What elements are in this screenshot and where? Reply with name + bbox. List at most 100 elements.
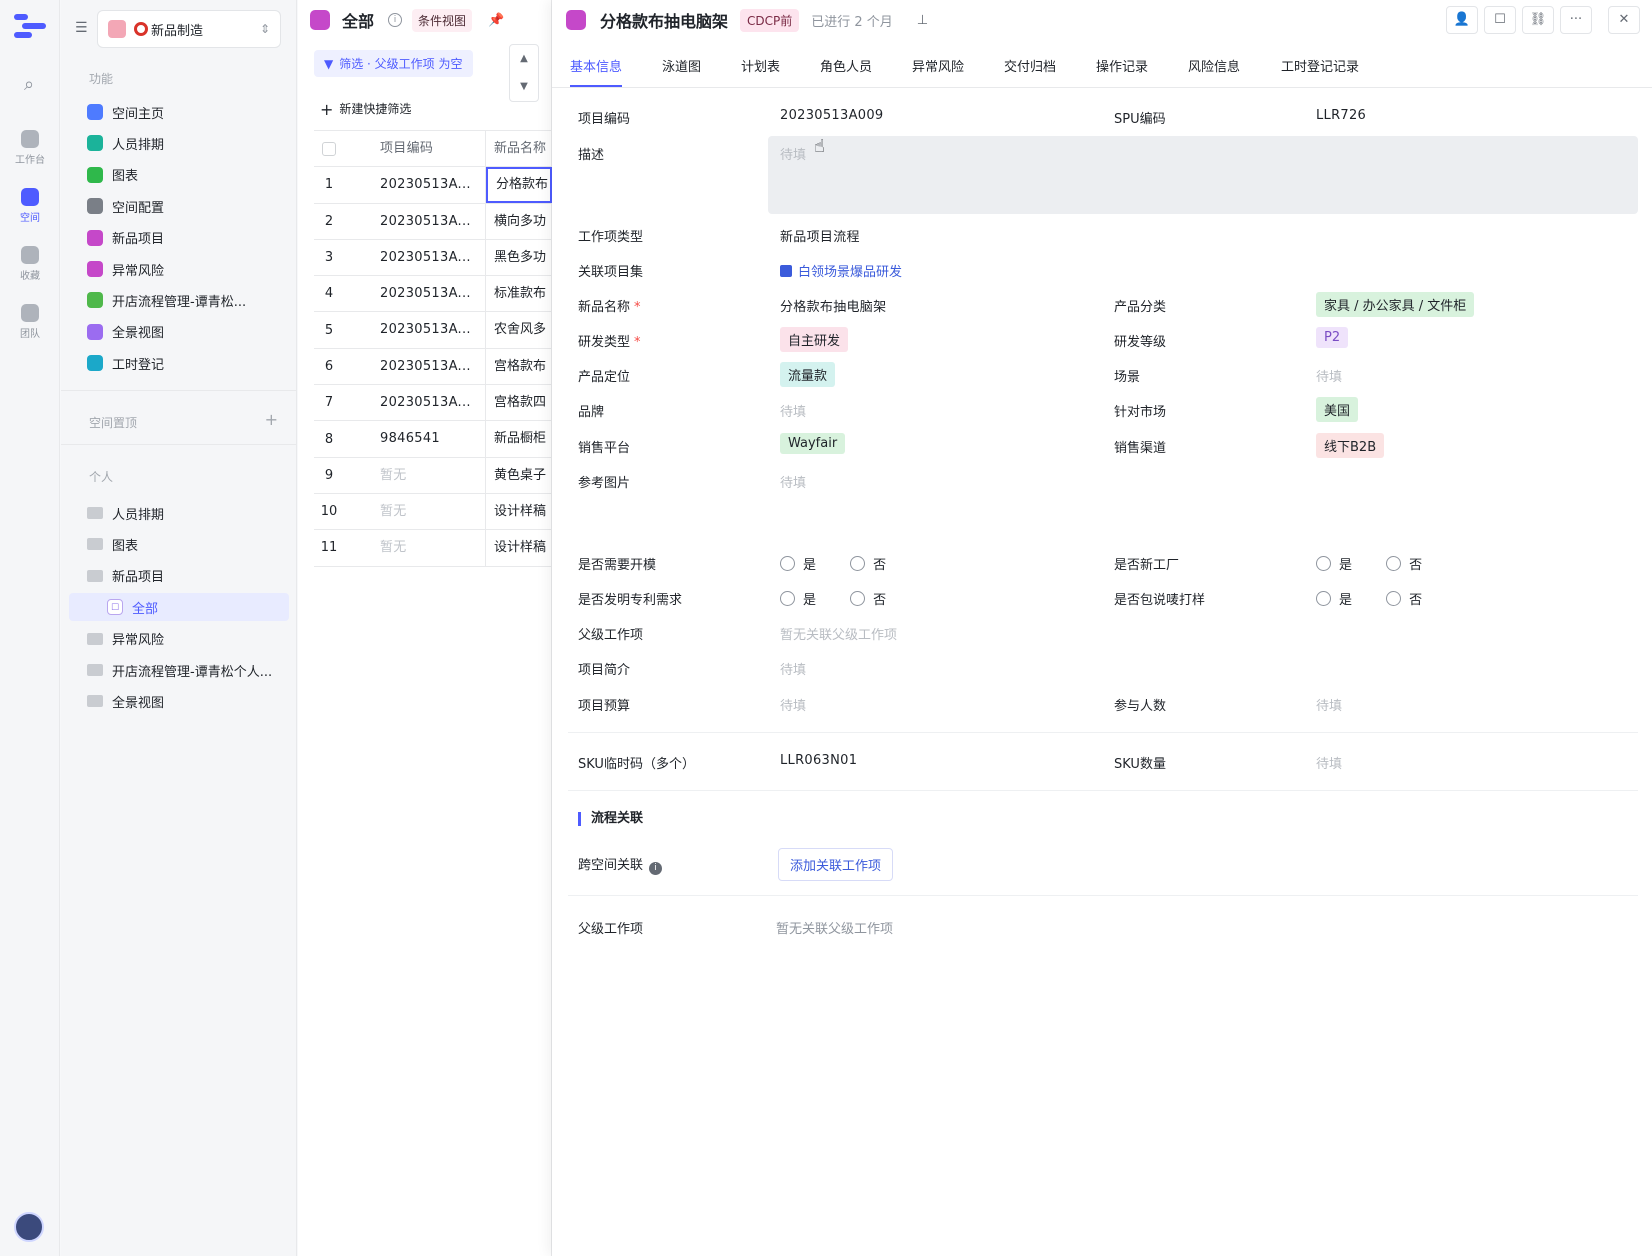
radio-patent-yes[interactable]: 是 [780,589,816,608]
value-spu[interactable]: LLR726 [1316,108,1366,123]
value-sku-temp[interactable]: LLR063N01 [780,753,857,768]
value-people[interactable]: 待填 [1316,695,1342,714]
avatar[interactable] [14,1212,44,1242]
add-linked-item-button[interactable]: 添加关联工作项 [778,848,894,881]
cell-name[interactable]: 黄色桌子 [486,458,552,493]
tab-8[interactable]: 工时登记记录 [1281,56,1359,75]
cell-code[interactable]: 20230513A... [344,167,486,203]
cell-name[interactable]: 横向多功 [486,204,552,239]
table-row[interactable]: 4 20230513A... 标准款布 [314,276,552,313]
tab-6[interactable]: 操作记录 [1096,56,1148,75]
bookmark-icon[interactable]: ☐ [1484,6,1516,34]
tab-3[interactable]: 角色人员 [820,56,872,75]
tab-2[interactable]: 计划表 [741,56,780,75]
cell-name[interactable]: 宫格款布 [486,349,552,384]
value-project-code[interactable]: 20230513A009 [780,108,883,123]
value-sku-count[interactable]: 待填 [1316,753,1342,772]
search-icon[interactable]: ⌕ [18,74,40,96]
radio-sample-yes[interactable]: 是 [1316,589,1352,608]
cell-code[interactable]: 20230513A... [344,239,486,276]
value-intro[interactable]: 待填 [780,659,806,678]
more-icon[interactable]: ··· [1560,6,1592,34]
link-icon[interactable]: ⛓ [1522,6,1554,34]
radio-new-factory-no[interactable]: 否 [1386,554,1422,573]
value-rd-level[interactable]: P2 [1316,327,1349,348]
sidebar-item-feature[interactable]: 开店流程管理-谭青松... [87,286,291,314]
tab-4[interactable]: 异常风险 [912,56,964,75]
sidebar-item-feature[interactable]: 工时登记 [87,349,291,377]
table-row[interactable]: 9 暂无 黄色桌子 [314,457,552,494]
value-rd-type[interactable]: 自主研发 [780,327,849,352]
scroll-down-icon[interactable]: ▼ [510,73,538,101]
value-brand[interactable]: 待填 [780,401,806,420]
rail-workbench[interactable]: 工作台 [0,130,60,166]
sidebar-item-personal[interactable]: 全景视图 [87,687,291,715]
sidebar-item-feature[interactable]: 空间配置 [87,192,291,220]
table-row[interactable]: 6 20230513A... 宫格款布 [314,348,552,386]
select-all-checkbox[interactable] [314,141,344,156]
cell-code[interactable]: 20230513A... [344,203,486,239]
cell-name[interactable]: 黑色多功 [486,240,552,275]
scroll-arrows[interactable]: ▲ ▼ [509,44,539,102]
info-icon[interactable]: i [649,862,663,875]
sidebar-item-feature[interactable]: 异常风险 [87,255,291,283]
cell-name[interactable]: 分格款布 [486,167,552,203]
app-logo[interactable] [14,14,46,38]
column-header-code[interactable]: 项目编码 [344,131,486,167]
sidebar-item-feature[interactable]: 新品项目 [87,224,291,252]
value-parent-item-bottom[interactable]: 暂无关联父级工作项 [776,918,893,937]
filter-chip[interactable]: ▼ 筛选 · 父级工作项 为空 [314,50,473,77]
pin-icon[interactable]: ⊥ [917,13,928,28]
table-row[interactable]: 10 暂无 设计样稿 [314,493,552,531]
sidebar-item-personal[interactable]: 异常风险 [87,625,291,653]
table-row[interactable]: 3 20230513A... 黑色多功 [314,239,552,277]
close-icon[interactable]: ✕ [1608,6,1640,34]
value-category[interactable]: 家具 / 办公家具 / 文件柜 [1316,292,1475,317]
rail-space[interactable]: 空间 [0,188,60,224]
tab-7[interactable]: 风险信息 [1188,56,1240,75]
cell-code[interactable]: 暂无 [344,457,486,493]
rail-team[interactable]: 团队 [0,304,60,340]
stage-badge[interactable]: CDCP前 [740,8,800,32]
table-row[interactable]: 7 20230513A... 宫格款四 [314,385,552,422]
cell-code[interactable]: 暂无 [344,493,486,530]
tab-0[interactable]: 基本信息 [570,56,623,87]
radio-need-mold-yes[interactable]: 是 [780,554,816,573]
cell-name[interactable]: 标准款布 [486,276,552,311]
tab-1[interactable]: 泳道图 [662,56,701,75]
sidebar-item-feature[interactable]: 人员排期 [87,129,291,157]
value-positioning[interactable]: 流量款 [780,362,836,387]
sidebar-item-feature[interactable]: 图表 [87,161,291,189]
cell-name[interactable]: 农舍风多 [486,312,552,347]
rail-favorites[interactable]: 收藏 [0,246,60,282]
members-icon[interactable]: 👤 [1446,6,1478,34]
info-icon[interactable]: i [388,13,403,27]
value-market[interactable]: 美国 [1316,397,1359,422]
sidebar-item-feature[interactable]: 全景视图 [87,318,291,346]
value-parent-item[interactable]: 暂无关联父级工作项 [780,624,897,643]
cell-code[interactable]: 暂无 [344,530,486,566]
scroll-up-icon[interactable]: ▲ [510,45,538,73]
table-row[interactable]: 2 20230513A... 横向多功 [314,203,552,240]
cell-code[interactable]: 20230513A... [344,312,486,348]
add-pinned-icon[interactable]: + [265,410,278,429]
table-row[interactable]: 1 20230513A... 分格款布 [314,167,552,204]
cell-code[interactable]: 9846541 [344,421,486,457]
column-header-name[interactable]: 新品名称 [486,131,552,166]
table-row[interactable]: 11 暂无 设计样稿 [314,530,552,567]
cell-name[interactable]: 设计样稿 [486,494,552,529]
table-row[interactable]: 8 9846541 新品橱柜 [314,421,552,458]
cell-code[interactable]: 20230513A... [344,385,486,421]
detail-title[interactable]: 分格款布抽电脑架 [600,8,728,32]
sidebar-item-personal[interactable]: 图表 [87,530,291,558]
cell-code[interactable]: 20230513A... [344,276,486,312]
collapse-sidebar-icon[interactable]: ☰ [75,20,88,36]
cell-code[interactable]: 20230513A... [344,348,486,385]
space-selector[interactable]: 新品制造 ⇕ [97,10,281,48]
radio-new-factory-yes[interactable]: 是 [1316,554,1352,573]
tab-5[interactable]: 交付归档 [1004,56,1056,75]
value-scene[interactable]: 待填 [1316,366,1342,385]
radio-patent-no[interactable]: 否 [850,589,886,608]
sidebar-item-selected[interactable]: ☐ 全部 [69,593,289,622]
cell-name[interactable]: 设计样稿 [486,530,552,565]
